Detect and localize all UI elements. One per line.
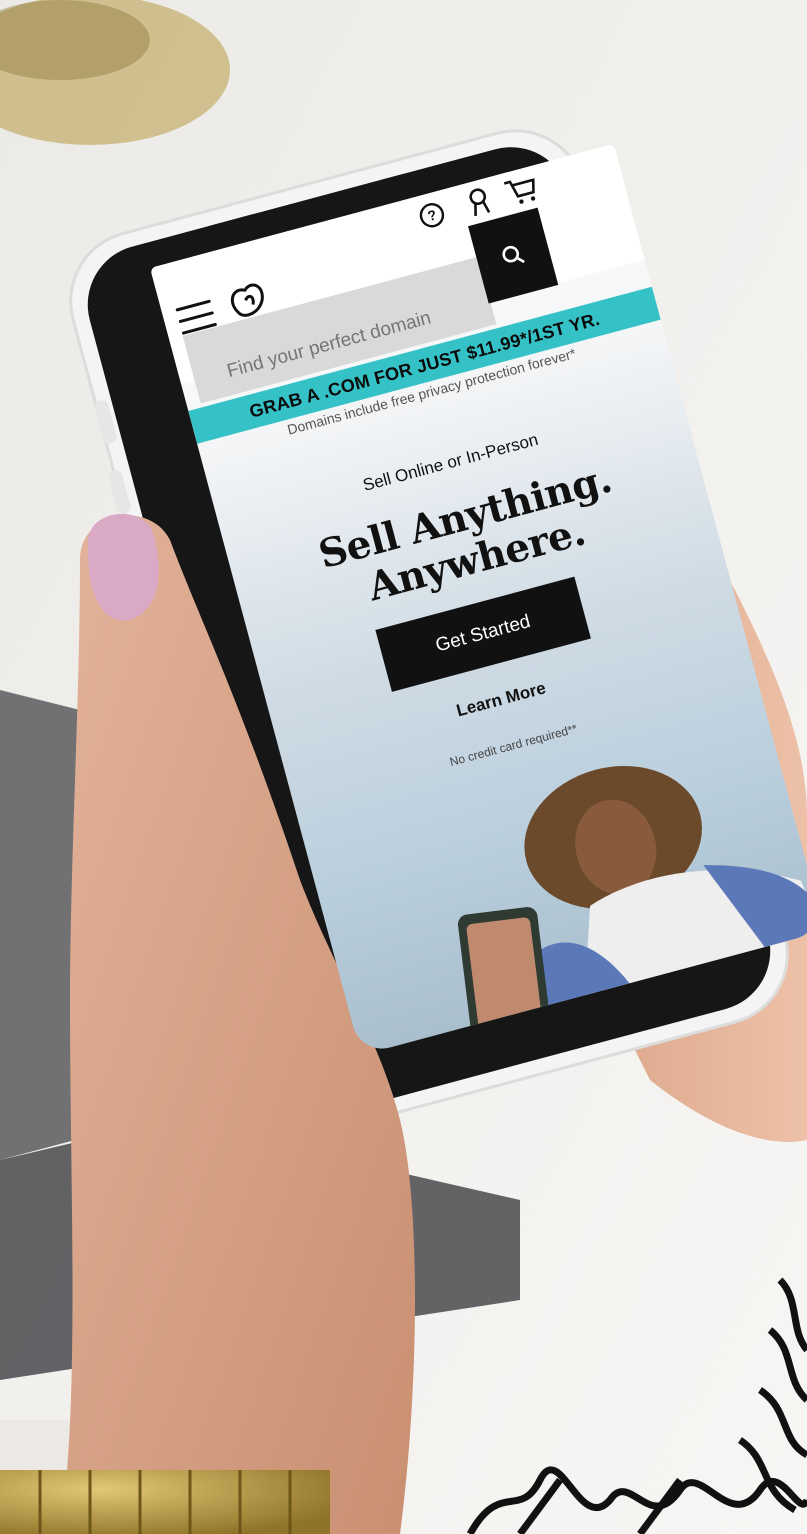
svg-text:?: ? [426, 206, 438, 224]
gold-watch [0, 1470, 330, 1534]
